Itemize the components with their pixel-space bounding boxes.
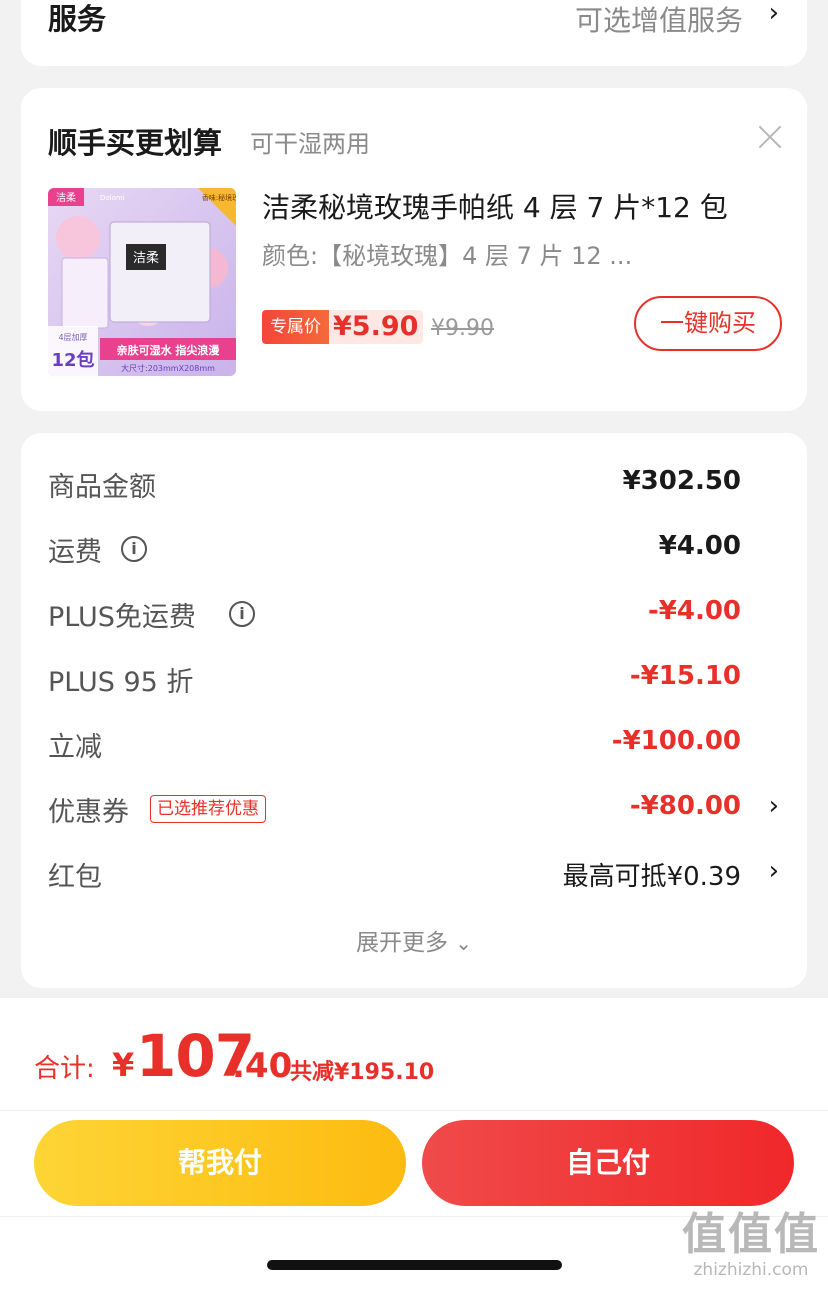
product-original-price: ¥9.90 bbox=[431, 316, 494, 341]
product-image-size: 大尺寸:203mmX208mm bbox=[121, 363, 215, 373]
close-icon[interactable] bbox=[757, 124, 783, 150]
summary-row-plus-free-shipping: PLUS免运费 i -¥4.00 bbox=[21, 587, 807, 637]
row-value: 最高可抵¥0.39 bbox=[562, 862, 741, 892]
row-value: ¥302.50 bbox=[622, 466, 741, 496]
row-label: 立减 bbox=[48, 732, 102, 763]
chevron-right-icon[interactable]: › bbox=[769, 0, 779, 28]
product-thumbnail[interactable]: 洁柔 洁柔 Dolomi 香味:秘境玫瑰 4层加厚 12包 亲肤可湿水 指尖浪漫… bbox=[48, 188, 236, 376]
price-summary-card: 商品金额 ¥302.50 运费 i ¥4.00 PLUS免运费 i -¥4.00… bbox=[21, 433, 807, 988]
product-image: 洁柔 洁柔 Dolomi 香味:秘境玫瑰 4层加厚 12包 亲肤可湿水 指尖浪漫… bbox=[48, 188, 236, 376]
total-decimal: .40 bbox=[232, 1046, 293, 1086]
summary-row-goods-amount: 商品金额 ¥302.50 bbox=[21, 457, 807, 507]
upsell-subtitle: 可干湿两用 bbox=[250, 130, 370, 158]
service-card[interactable]: 服务 可选增值服务 › bbox=[21, 0, 807, 66]
service-title: 服务 bbox=[48, 2, 107, 36]
summary-row-instant-reduction: 立减 -¥100.00 bbox=[21, 717, 807, 767]
help-me-pay-button[interactable]: 帮我付 bbox=[34, 1120, 406, 1206]
watermark-logo: 值值值 bbox=[682, 1209, 820, 1260]
product-image-box-brand: 洁柔 bbox=[133, 251, 159, 266]
chevron-right-icon[interactable]: › bbox=[769, 856, 779, 886]
row-label: 运费 bbox=[48, 537, 102, 568]
chevron-right-icon[interactable]: › bbox=[769, 791, 779, 821]
expand-more-link[interactable]: 展开更多 ⌄ bbox=[21, 923, 807, 957]
one-click-buy-button[interactable]: 一键购买 bbox=[634, 296, 782, 351]
summary-row-coupon[interactable]: 优惠券 已选推荐优惠 -¥80.00 › bbox=[21, 782, 807, 832]
info-icon[interactable]: i bbox=[121, 536, 147, 562]
watermark-url: zhizhizhi.com bbox=[693, 1260, 809, 1280]
row-value: -¥4.00 bbox=[647, 596, 741, 626]
product-image-pack-count: 12包 bbox=[51, 349, 94, 371]
row-label: PLUS免运费 bbox=[48, 602, 196, 633]
info-icon[interactable]: i bbox=[229, 601, 255, 627]
row-value: ¥4.00 bbox=[658, 531, 741, 561]
row-value: -¥100.00 bbox=[611, 726, 741, 756]
summary-row-plus-discount: PLUS 95 折 -¥15.10 bbox=[21, 652, 807, 702]
service-value[interactable]: 可选增值服务 bbox=[575, 0, 743, 39]
total-currency: ¥ bbox=[112, 1046, 135, 1084]
upsell-card: 顺手买更划算 可干湿两用 洁柔 洁柔 Dolomi 香味:秘境玫瑰 bbox=[21, 88, 807, 411]
product-image-corner-tag: 香味:秘境玫瑰 bbox=[202, 193, 236, 202]
total-saved: 共减¥195.10 bbox=[290, 1060, 435, 1085]
summary-row-red-packet[interactable]: 红包 最高可抵¥0.39 › bbox=[21, 847, 807, 897]
product-image-brand: 洁柔 bbox=[56, 191, 76, 204]
product-image-slogan: 亲肤可湿水 指尖浪漫 bbox=[117, 343, 221, 357]
row-value: -¥80.00 bbox=[629, 791, 741, 821]
pay-myself-button[interactable]: 自己付 bbox=[422, 1120, 794, 1206]
row-value: -¥15.10 bbox=[629, 661, 741, 691]
product-price: ¥5.90 bbox=[333, 311, 419, 342]
product-name[interactable]: 洁柔秘境玫瑰手帕纸 4 层 7 片*12 包 bbox=[262, 186, 742, 226]
expand-more-label: 展开更多 bbox=[355, 930, 448, 956]
product-spec: 颜色:【秘境玫瑰】4 层 7 片 12 ... bbox=[262, 242, 633, 270]
total-label: 合计: bbox=[34, 1054, 95, 1084]
row-label: PLUS 95 折 bbox=[48, 667, 194, 698]
row-label: 商品金额 bbox=[48, 472, 156, 503]
upsell-title: 顺手买更划算 bbox=[48, 126, 223, 160]
home-indicator[interactable] bbox=[267, 1260, 562, 1270]
coupon-recommended-tag: 已选推荐优惠 bbox=[150, 795, 266, 823]
row-label: 优惠券 bbox=[48, 797, 129, 828]
watermark: 值值值 zhizhizhi.com bbox=[682, 1209, 820, 1281]
summary-row-shipping: 运费 i ¥4.00 bbox=[21, 522, 807, 572]
chevron-down-icon: ⌄ bbox=[455, 931, 473, 955]
product-image-pack-label: 4层加厚 bbox=[58, 332, 87, 342]
product-image-brand-en: Dolomi bbox=[100, 194, 125, 202]
exclusive-price-tag: 专属价 bbox=[262, 310, 329, 344]
row-label: 红包 bbox=[48, 862, 102, 893]
divider bbox=[0, 1110, 828, 1111]
